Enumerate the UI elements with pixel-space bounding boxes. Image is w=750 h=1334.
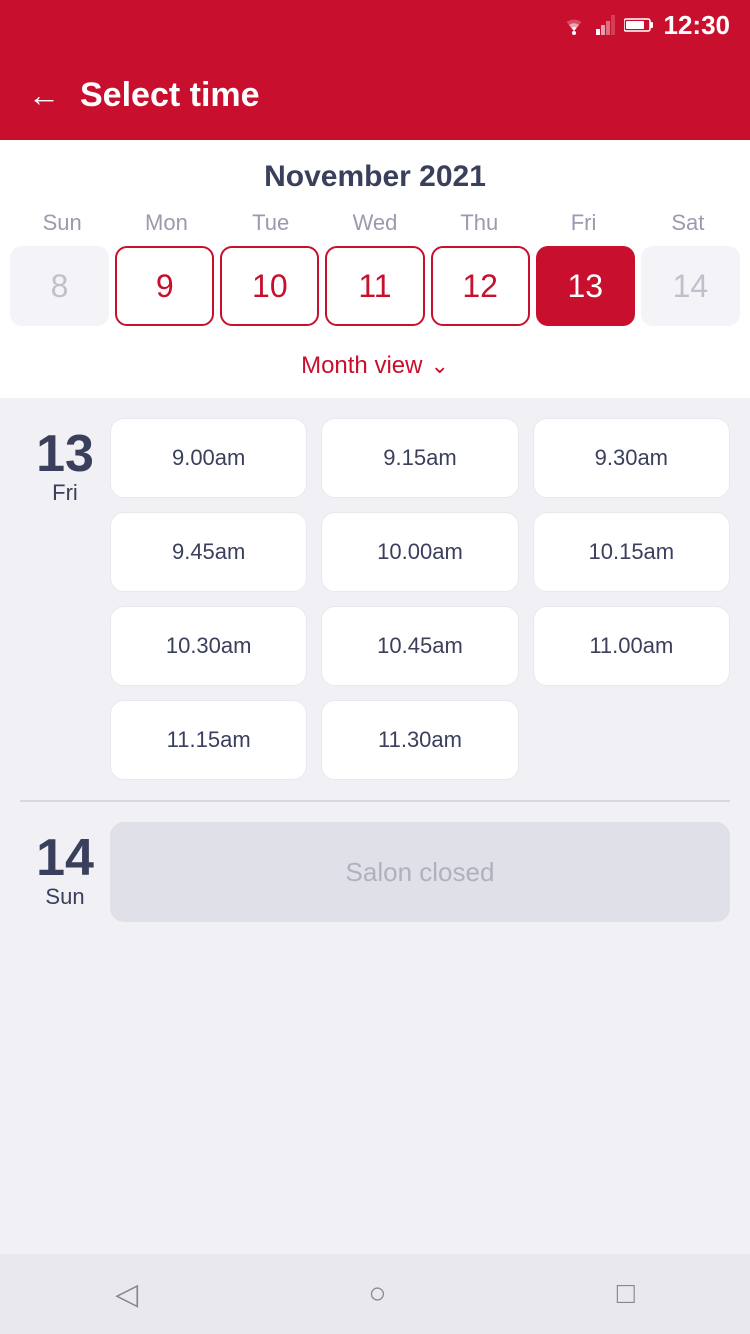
weekday-sat: Sat [636,210,740,236]
battery-icon [624,17,654,33]
slot-1130am[interactable]: 11.30am [321,700,518,780]
wifi-icon [560,15,588,35]
day-13-slots: 9.00am 9.15am 9.30am 9.45am 10.00am 10.1… [110,418,730,780]
slot-1045am[interactable]: 10.45am [321,606,518,686]
weekday-headers: Sun Mon Tue Wed Thu Fri Sat [0,210,750,236]
back-button[interactable]: ← [28,79,60,111]
slot-900am[interactable]: 9.00am [110,418,307,498]
nav-recent-icon[interactable]: □ [617,1277,635,1311]
day-13-number: 13 [36,428,94,480]
day-13-name: Fri [52,480,78,506]
month-view-toggle[interactable]: Month view ⌄ [0,342,750,398]
bottom-nav: ◁ ○ □ [0,1254,750,1334]
slot-1015am[interactable]: 10.15am [533,512,730,592]
slot-1030am[interactable]: 10.30am [110,606,307,686]
date-14[interactable]: 14 [641,246,740,326]
weekday-thu: Thu [427,210,531,236]
nav-back-icon[interactable]: ◁ [115,1277,138,1312]
date-8[interactable]: 8 [10,246,109,326]
weekday-fri: Fri [531,210,635,236]
dates-row: 8 9 10 11 12 13 14 [0,246,750,326]
nav-home-icon[interactable]: ○ [368,1277,386,1311]
day-13-label: 13 Fri [20,418,110,780]
status-bar: 12:30 [0,0,750,50]
date-11[interactable]: 11 [325,246,424,326]
app-header: ← Select time [0,50,750,140]
salon-closed-message: Salon closed [110,822,730,922]
month-year-label: November 2021 [0,160,750,194]
day-14-label: 14 Sun [20,822,110,922]
slot-1115am[interactable]: 11.15am [110,700,307,780]
slots-section: 13 Fri 9.00am 9.15am 9.30am 9.45am 10.00… [0,398,750,1052]
slot-1100am[interactable]: 11.00am [533,606,730,686]
date-10[interactable]: 10 [220,246,319,326]
weekday-sun: Sun [10,210,114,236]
month-view-label: Month view [301,352,422,380]
calendar-section: November 2021 Sun Mon Tue Wed Thu Fri Sa… [0,140,750,398]
status-time: 12:30 [664,10,731,41]
status-icons [560,15,654,35]
signal-icon [596,15,616,35]
slot-1000am[interactable]: 10.00am [321,512,518,592]
slot-915am[interactable]: 9.15am [321,418,518,498]
page-title: Select time [80,76,260,115]
slot-930am[interactable]: 9.30am [533,418,730,498]
day-14-name: Sun [45,884,84,910]
weekday-wed: Wed [323,210,427,236]
chevron-down-icon: ⌄ [430,353,448,379]
date-12[interactable]: 12 [431,246,530,326]
day-separator [20,800,730,802]
weekday-mon: Mon [114,210,218,236]
date-13[interactable]: 13 [536,246,635,326]
slot-945am[interactable]: 9.45am [110,512,307,592]
day-14-number: 14 [36,832,94,884]
date-9[interactable]: 9 [115,246,214,326]
day-14-block: 14 Sun Salon closed [20,822,730,922]
day-13-block: 13 Fri 9.00am 9.15am 9.30am 9.45am 10.00… [20,418,730,780]
weekday-tue: Tue [219,210,323,236]
